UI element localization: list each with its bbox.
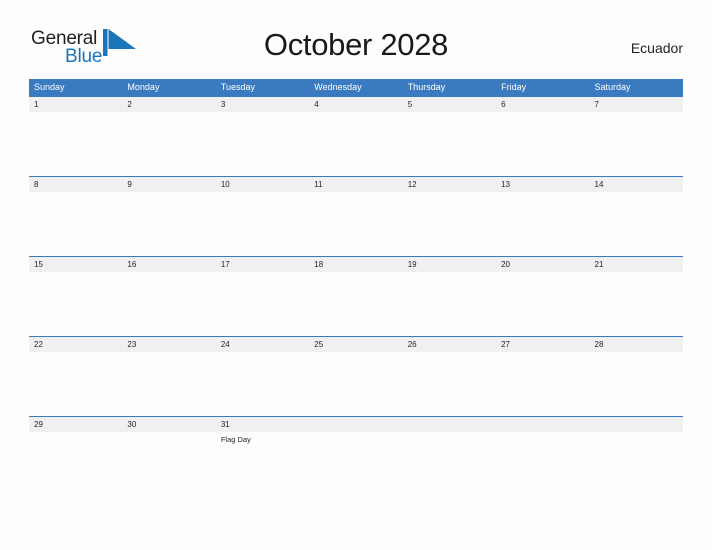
day-cell[interactable]: 1 <box>29 97 122 176</box>
day-number: 1 <box>34 100 39 109</box>
day-cell[interactable]: 15 <box>29 257 122 336</box>
day-number: 11 <box>314 180 323 189</box>
day-number: 22 <box>34 340 43 349</box>
day-cell[interactable]: 5 <box>403 97 496 176</box>
day-cell[interactable]: 6 <box>496 97 589 176</box>
day-cell[interactable]: 3 <box>216 97 309 176</box>
weekday-monday: Monday <box>127 82 160 92</box>
day-number: 21 <box>594 260 604 269</box>
day-number: 12 <box>407 180 417 189</box>
day-number: 5 <box>407 100 413 109</box>
day-cell[interactable]: 25 <box>309 337 402 416</box>
page-title: October 2028 <box>263 27 449 62</box>
weekday-wednesday: Wednesday <box>314 82 362 92</box>
week-row: 22 23 24 25 26 27 28 <box>29 336 683 416</box>
day-number: 13 <box>501 180 511 189</box>
day-cell[interactable]: 14 <box>590 177 683 256</box>
day-number: 6 <box>501 100 506 109</box>
day-number: 15 <box>34 260 43 269</box>
day-cell[interactable]: 12 <box>403 177 496 256</box>
day-number: 17 <box>220 260 230 269</box>
day-number <box>314 417 402 432</box>
day-number: 7 <box>594 100 599 109</box>
day-cell[interactable]: 18 <box>309 257 402 336</box>
day-cell[interactable]: 17 <box>216 257 309 336</box>
weekday-sunday: Sunday <box>34 82 65 92</box>
day-cell[interactable]: 29 <box>29 417 122 462</box>
weekday-friday: Friday <box>501 82 527 92</box>
day-cell[interactable]: 8 <box>29 177 122 256</box>
day-number: 23 <box>127 340 137 349</box>
day-number <box>595 417 683 432</box>
day-number: 28 <box>594 340 604 349</box>
day-cell[interactable]: 31 Flag Day <box>216 417 309 462</box>
country-label: Ecuador <box>630 40 683 56</box>
weekday-header-row: Sunday Monday Tuesday Wednesday Thursday… <box>29 79 683 96</box>
day-cell[interactable]: 2 <box>122 97 215 176</box>
day-cell[interactable] <box>309 417 402 462</box>
day-cell[interactable]: 27 <box>496 337 589 416</box>
calendar-grid: Sunday Monday Tuesday Wednesday Thursday… <box>29 79 683 462</box>
day-cell[interactable]: 16 <box>122 257 215 336</box>
day-cell[interactable]: 28 <box>590 337 683 416</box>
day-number: 20 <box>501 260 511 269</box>
day-number: 26 <box>407 340 417 349</box>
day-number: 18 <box>314 260 324 269</box>
day-cell[interactable]: 20 <box>496 257 589 336</box>
day-event-label: Flag Day <box>220 435 251 444</box>
day-cell[interactable]: 24 <box>216 337 309 416</box>
day-cell[interactable] <box>403 417 496 462</box>
day-cell[interactable]: 13 <box>496 177 589 256</box>
day-cell[interactable]: 30 <box>122 417 215 462</box>
day-number: 10 <box>220 180 230 189</box>
weekday-saturday: Saturday <box>594 82 631 92</box>
day-number <box>408 417 496 432</box>
day-number <box>501 417 589 432</box>
day-number: 3 <box>220 100 226 109</box>
day-cell[interactable]: 10 <box>216 177 309 256</box>
weekday-tuesday: Tuesday <box>220 82 256 92</box>
day-number: 30 <box>127 420 137 429</box>
day-cell[interactable] <box>496 417 589 462</box>
day-cell[interactable]: 26 <box>403 337 496 416</box>
day-number: 25 <box>314 340 324 349</box>
week-row: 1 2 3 4 5 6 7 <box>29 96 683 176</box>
day-cell[interactable]: 9 <box>122 177 215 256</box>
day-number: 31 <box>220 420 230 429</box>
day-number: 14 <box>594 180 604 189</box>
day-cell[interactable]: 4 <box>309 97 402 176</box>
week-row: 29 30 31 Flag Day <box>29 416 683 462</box>
day-number: 16 <box>127 260 137 269</box>
day-number: 4 <box>314 100 319 109</box>
day-number: 9 <box>127 180 132 189</box>
week-row: 15 16 17 18 19 20 21 <box>29 256 683 336</box>
day-number: 19 <box>407 260 417 269</box>
week-row: 8 9 10 11 12 13 14 <box>29 176 683 256</box>
page-header: General Blue October 2028 Ecuador <box>29 26 683 72</box>
day-number: 27 <box>501 340 511 349</box>
day-number: 8 <box>34 180 39 189</box>
day-cell[interactable]: 22 <box>29 337 122 416</box>
weekday-thursday: Thursday <box>407 82 446 92</box>
day-cell[interactable]: 23 <box>122 337 215 416</box>
day-number: 2 <box>127 100 132 109</box>
day-cell[interactable]: 11 <box>309 177 402 256</box>
day-number: 24 <box>220 340 230 349</box>
day-number: 29 <box>34 420 43 429</box>
day-cell[interactable]: 19 <box>403 257 496 336</box>
calendar-page: General Blue October 2028 Ecuador Sunday… <box>0 0 712 550</box>
day-cell[interactable]: 21 <box>590 257 683 336</box>
day-cell[interactable]: 7 <box>590 97 683 176</box>
day-cell[interactable] <box>590 417 683 462</box>
